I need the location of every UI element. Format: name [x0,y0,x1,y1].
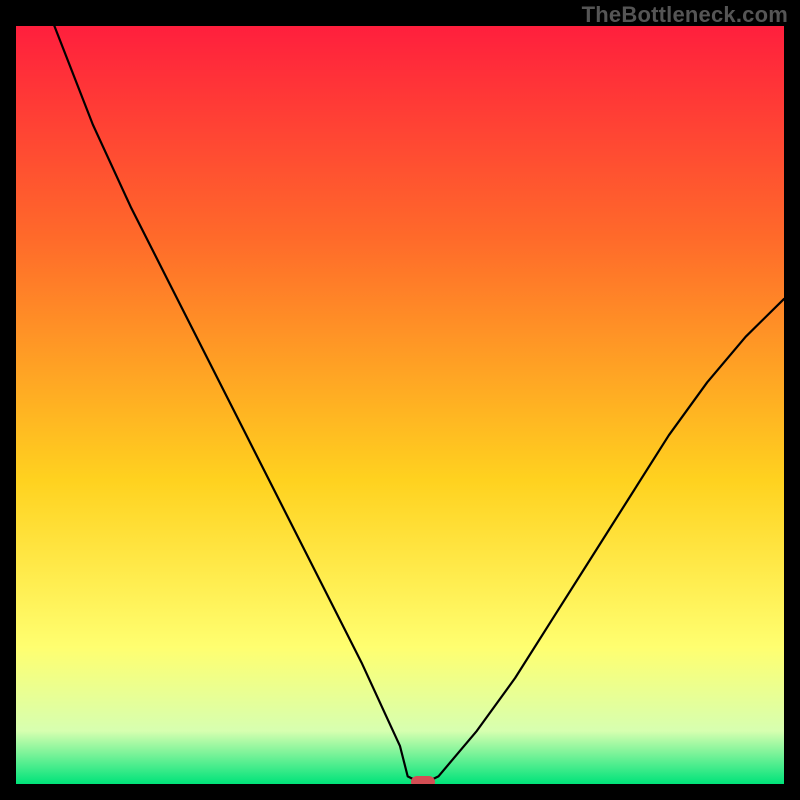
gradient-background [16,26,784,784]
chart-svg [16,26,784,784]
watermark-text: TheBottleneck.com [582,2,788,28]
plot-area [16,26,784,784]
chart-frame: TheBottleneck.com [0,0,800,800]
minimum-marker [411,776,435,784]
